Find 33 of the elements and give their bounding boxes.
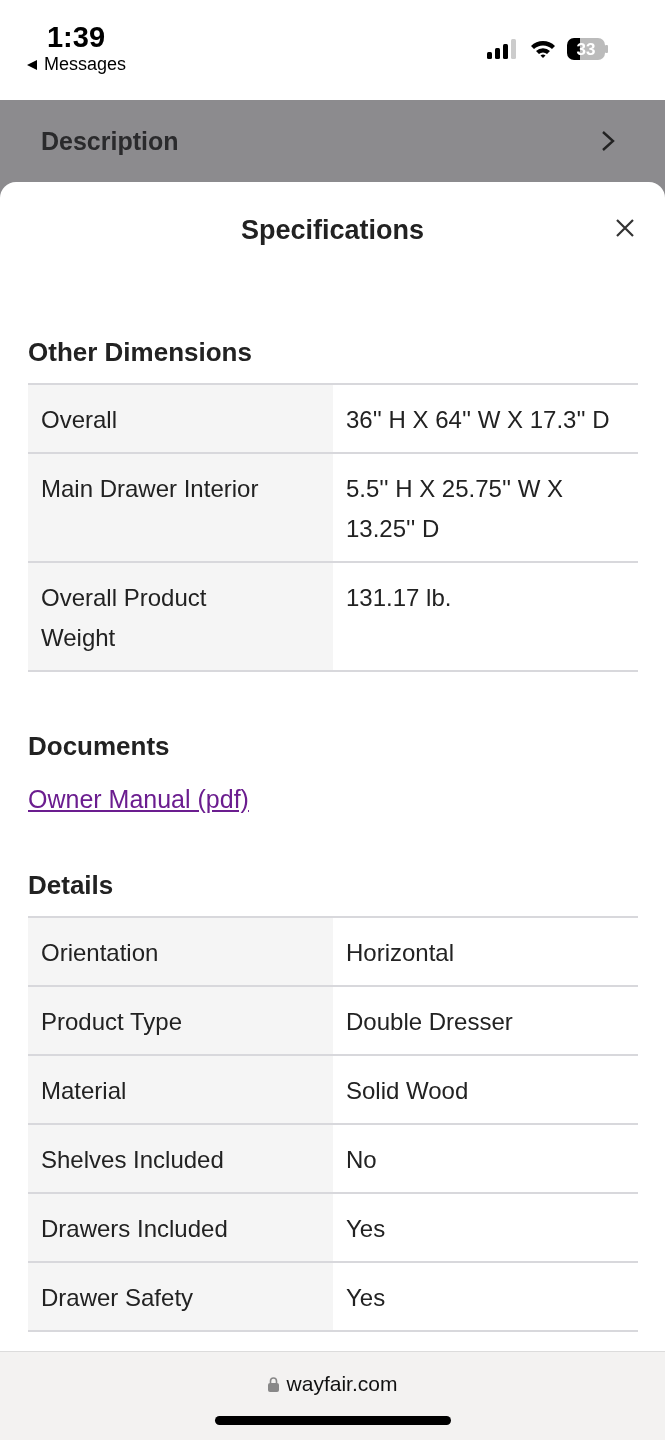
chevron-right-icon — [601, 130, 615, 152]
spec-label: Shelves Included — [28, 1125, 333, 1192]
spec-label: Drawer Safety — [28, 1263, 333, 1330]
spec-label: Product Type — [28, 987, 333, 1054]
clock-time: 1:39 — [46, 20, 105, 54]
spec-value: Yes — [345, 1283, 387, 1313]
spec-label: Main Drawer Interior — [28, 454, 333, 561]
spec-value: 131.17 lb. — [345, 583, 453, 613]
spec-label: Overall Product Weight — [28, 563, 333, 670]
spec-label: Overall — [28, 385, 333, 452]
address-bar-url[interactable]: wayfair.com — [286, 1372, 398, 1396]
spec-value: 5.5'' H X 25.75'' W X 13.25'' D — [345, 474, 565, 544]
spec-value: Yes — [345, 1214, 387, 1244]
signal-icon — [487, 39, 519, 59]
spec-value: Horizontal — [345, 938, 456, 968]
close-icon[interactable] — [615, 218, 635, 238]
lock-icon — [267, 1376, 279, 1392]
spec-label: Orientation — [28, 918, 333, 985]
section-heading: Details — [28, 869, 115, 901]
spec-label: Material — [28, 1056, 333, 1123]
section-heading: Other Dimensions — [28, 336, 253, 368]
spec-value: Solid Wood — [345, 1076, 470, 1106]
spec-label: Drawers Included — [28, 1194, 333, 1261]
spec-value: Double Dresser — [345, 1007, 514, 1037]
description-row[interactable]: Description — [0, 100, 665, 182]
spec-value: No — [345, 1145, 378, 1175]
section-heading: Documents — [28, 730, 171, 762]
back-triangle-icon — [25, 58, 38, 71]
spec-value: 36'' H X 64'' W X 17.3'' D — [345, 405, 611, 435]
sheet-title: Specifications — [240, 214, 425, 246]
document-link[interactable]: Owner Manual (pdf) — [28, 783, 249, 815]
back-to-messages-link[interactable]: Messages — [25, 54, 126, 75]
wifi-icon — [529, 39, 557, 59]
